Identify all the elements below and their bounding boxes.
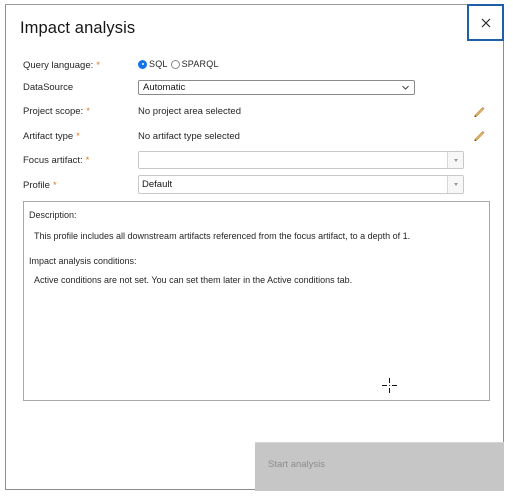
query-language-radio-group: SQL SPARQL xyxy=(138,59,222,69)
datasource-select[interactable]: Automatic xyxy=(138,80,415,95)
profile-label: Profile * xyxy=(23,180,57,191)
profile-dropdown-button[interactable] xyxy=(447,176,463,193)
start-analysis-button[interactable]: Start analysis xyxy=(255,442,504,491)
description-text: This profile includes all downstream art… xyxy=(34,231,411,241)
profile-combobox[interactable]: Default xyxy=(138,175,464,194)
required-marker: * xyxy=(85,155,90,166)
artifact-type-label: Artifact type * xyxy=(23,131,80,142)
conditions-text: Active conditions are not set. You can s… xyxy=(34,275,353,285)
crosshair-cursor-icon xyxy=(382,378,397,393)
impact-analysis-dialog: Impact analysis Query language: * SQL SPA… xyxy=(5,4,504,491)
query-language-label: Query language: * xyxy=(23,60,100,71)
chevron-down-icon xyxy=(402,85,409,90)
focus-artifact-dropdown-button[interactable] xyxy=(447,152,463,168)
focus-artifact-label: Focus artifact: * xyxy=(23,155,90,166)
required-marker: * xyxy=(52,180,57,191)
description-panel: Description: This profile includes all d… xyxy=(23,201,490,401)
edit-project-scope-pencil-icon[interactable] xyxy=(473,105,485,117)
edit-artifact-type-pencil-icon[interactable] xyxy=(473,129,485,141)
close-icon xyxy=(481,18,490,27)
datasource-value: Automatic xyxy=(143,82,186,93)
radio-sql[interactable] xyxy=(138,59,147,69)
required-marker: * xyxy=(96,60,100,71)
radio-sparql-label[interactable]: SPARQL xyxy=(182,59,219,69)
caret-down-icon xyxy=(453,158,458,162)
project-scope-value: No project area selected xyxy=(138,106,241,117)
required-marker: * xyxy=(76,131,80,142)
dialog-title: Impact analysis xyxy=(20,19,136,37)
close-button[interactable] xyxy=(467,4,504,41)
artifact-type-value: No artifact type selected xyxy=(138,131,240,142)
profile-value: Default xyxy=(142,179,173,190)
required-marker: * xyxy=(86,106,90,117)
conditions-heading: Impact analysis conditions: xyxy=(29,256,137,266)
description-heading: Description: xyxy=(29,210,77,220)
focus-artifact-combobox[interactable] xyxy=(138,151,464,169)
radio-sparql[interactable] xyxy=(170,59,180,69)
caret-down-icon xyxy=(453,183,458,186)
radio-sql-label[interactable]: SQL xyxy=(149,59,168,69)
start-analysis-label: Start analysis xyxy=(268,459,326,470)
project-scope-label: Project scope: * xyxy=(23,106,90,117)
datasource-label: DataSource xyxy=(23,82,74,93)
